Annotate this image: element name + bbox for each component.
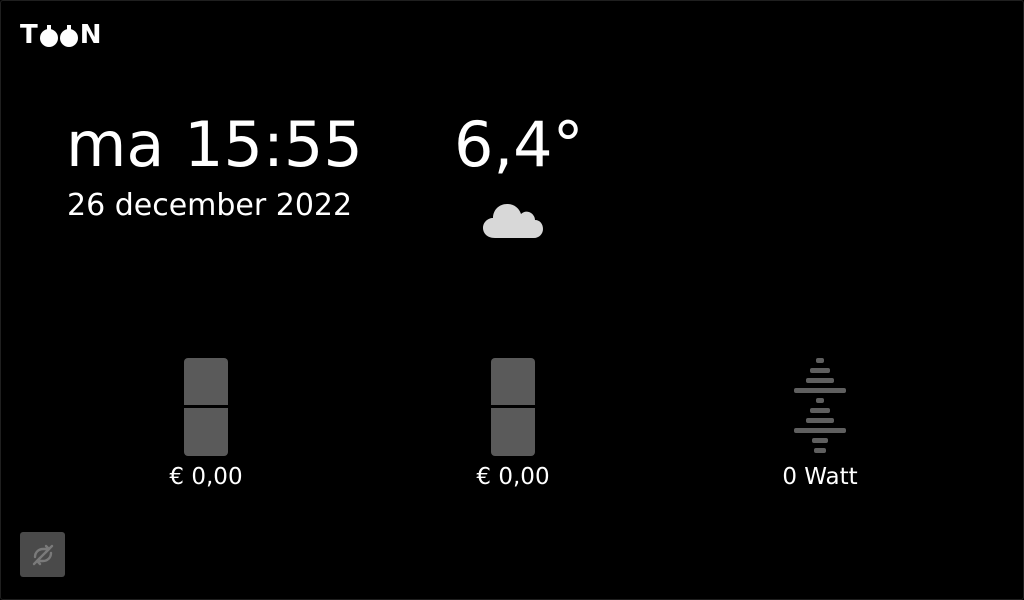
logo-letter-t: T (20, 20, 38, 50)
meter-divider (184, 405, 228, 408)
electricity-cost-label: € 0,00 (476, 464, 550, 490)
outdoor-temperature[interactable]: 6,4° (454, 108, 584, 182)
meter-divider (491, 405, 535, 408)
power-usage-label: 0 Watt (782, 464, 858, 490)
meter-bar-icon (184, 358, 228, 456)
sync-off-icon (32, 544, 53, 565)
meter-bar-icon (491, 358, 535, 456)
cloud-icon[interactable] (481, 196, 545, 242)
gas-cost-label: € 0,00 (169, 464, 243, 490)
clock-time: ma 15:55 (66, 108, 363, 181)
power-wave-icon (794, 358, 846, 453)
screen-frame (0, 0, 1024, 600)
logo-oo-icon (39, 24, 79, 48)
toon-logo: T N (20, 22, 102, 48)
clock-date: 26 december 2022 (67, 188, 353, 223)
electricity-cost-tile[interactable]: € 0,00 (453, 356, 573, 496)
gas-cost-tile[interactable]: € 0,00 (146, 356, 266, 496)
power-usage-tile[interactable]: 0 Watt (760, 356, 880, 496)
sync-status-button[interactable] (20, 532, 65, 577)
logo-letter-n: N (79, 20, 102, 50)
